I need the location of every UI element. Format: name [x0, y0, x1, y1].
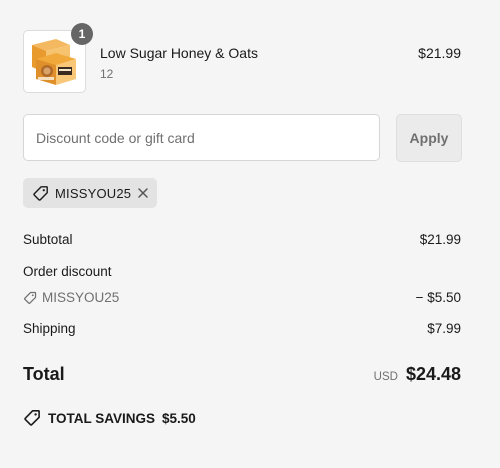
- remove-discount-button[interactable]: [137, 187, 149, 199]
- total-savings-value: $5.50: [162, 410, 196, 426]
- close-icon: [138, 188, 148, 198]
- subtotal-label: Subtotal: [23, 232, 73, 247]
- total-label: Total: [23, 364, 65, 384]
- line-item: 1 Low Sugar Honey & Oats 12 $21.99: [23, 23, 461, 93]
- quantity-badge: 1: [71, 23, 93, 45]
- shipping-value: $7.99: [427, 321, 461, 336]
- order-discount-label: Order discount: [23, 264, 112, 279]
- applied-discount-chip: MISSYOU25: [23, 178, 157, 208]
- subtotal-row: Subtotal $21.99: [23, 232, 461, 250]
- apply-button[interactable]: Apply: [396, 114, 462, 162]
- shipping-label: Shipping: [23, 321, 76, 336]
- applied-code-label: MISSYOU25: [55, 185, 132, 201]
- product-image: 1: [23, 23, 93, 93]
- product-name: Low Sugar Honey & Oats: [100, 45, 258, 61]
- total-savings-label: TOTAL SAVINGS: [48, 410, 156, 426]
- product-variant: 12: [100, 67, 114, 81]
- discount-amount: − $5.50: [415, 290, 461, 305]
- subtotal-value: $21.99: [419, 232, 461, 247]
- total-amount: $24.48: [405, 364, 461, 384]
- product-price: $21.99: [418, 45, 461, 61]
- currency-code: USD: [373, 371, 398, 383]
- tag-icon: [32, 185, 49, 202]
- total-savings: TOTAL SAVINGS $5.50: [23, 409, 196, 427]
- total-row: Total USD $24.48: [23, 364, 461, 388]
- tag-icon: [23, 409, 41, 427]
- shipping-row: Shipping $7.99: [23, 321, 461, 339]
- discount-code-name: MISSYOU25: [42, 290, 120, 305]
- tag-icon: [23, 291, 37, 305]
- order-summary: 1 Low Sugar Honey & Oats 12 $21.99 Apply…: [0, 0, 500, 468]
- discount-code-row: MISSYOU25 − $5.50: [23, 290, 461, 308]
- discount-code-input[interactable]: [23, 114, 380, 161]
- order-discount-row: Order discount: [23, 264, 461, 282]
